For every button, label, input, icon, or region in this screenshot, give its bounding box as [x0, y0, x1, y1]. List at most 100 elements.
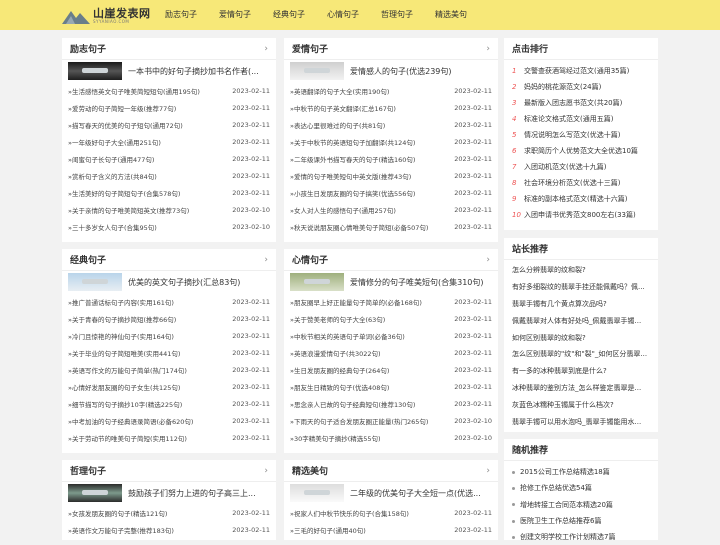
list-item-title[interactable]: »赏析句子含义的方法(共84句) — [68, 171, 157, 181]
list-item-title[interactable]: »英语作文万能句子完整(推荐183句) — [68, 525, 174, 535]
recommend-item[interactable]: 怎么分辨翡翠的纹和裂? — [504, 262, 658, 279]
list-item-title[interactable]: »女孩发朋友圈的句子(精选121句) — [68, 508, 167, 518]
list-item-title[interactable]: »关于亲情的句子唯美简短英文(推荐73句) — [68, 205, 189, 215]
random-item[interactable]: 2015公司工作总结精选18篇 — [504, 464, 658, 480]
list-item-title[interactable]: »关于劳动节的唯美句子简短(实用112句) — [68, 433, 187, 443]
list-item[interactable]: »英语翻译的句子大全(实用190句) 2023-02-11 — [290, 82, 492, 99]
list-item-title[interactable]: »心情好发朋友圈的句子女生(共125句) — [68, 382, 180, 392]
featured-title[interactable]: 一本书中的好句子摘抄加书名作者(... — [128, 66, 259, 77]
list-item-title[interactable]: »中考加油的句子经典语录简语(必备620句) — [68, 416, 193, 426]
list-item[interactable]: »中秋节相关的英语句子单词(必备36句) 2023-02-11 — [290, 327, 492, 344]
panel-header[interactable]: 爱情句子 › — [284, 38, 498, 60]
list-item[interactable]: »闺蜜句子长句子(通用477句) 2023-02-11 — [68, 150, 270, 167]
ranking-item-title[interactable]: 妈妈的桃花源范文(24篇) — [524, 82, 601, 92]
chevron-right-icon[interactable]: › — [486, 255, 490, 265]
ranking-item-title[interactable]: 入团申请书优秀范文800左右(33篇) — [524, 210, 636, 220]
list-item-title[interactable]: »描写春天的优美的句子短句(通用72句) — [68, 120, 183, 130]
featured-article[interactable]: 二年级的优美句子大全短一点(优选... — [284, 482, 498, 504]
ranking-item[interactable]: 10 入团申请书优秀范文800左右(33篇) — [504, 207, 658, 223]
featured-thumbnail[interactable] — [68, 62, 122, 80]
list-item-title[interactable]: »秋天说说朋友圈心情唯美句子简短(必备507句) — [290, 222, 428, 232]
list-item[interactable]: »女孩发朋友圈的句子(精选121句) 2023-02-11 — [68, 504, 270, 521]
random-item-title[interactable]: 医院卫生工作总结推荐6篇 — [520, 516, 601, 526]
list-item[interactable]: »关于赞美老师的句子大全(63句) 2023-02-11 — [290, 310, 492, 327]
random-item-title[interactable]: 增地转接工合同范本精选20篇 — [520, 500, 613, 510]
list-item[interactable]: »30字精美句子摘抄(精选55句) 2023-02-10 — [290, 429, 492, 446]
list-item[interactable]: »关于中秋节的英语短句子加翻译(共124句) 2023-02-11 — [290, 133, 492, 150]
ranking-item[interactable]: 6 求职简历个人优势范文大全优选10篇 — [504, 143, 658, 159]
list-item-title[interactable]: »生日发朋友圈的经典句子(264句) — [290, 365, 389, 375]
random-item[interactable]: 抢修工作总结优选54篇 — [504, 480, 658, 496]
list-item[interactable]: »英语浪漫爱情句子(共3022句) 2023-02-11 — [290, 344, 492, 361]
panel-header[interactable]: 哲理句子 › — [62, 460, 276, 482]
recommend-item[interactable]: 佩戴翡翠对人体有好处吗_佩戴翡翠手镯... — [504, 312, 658, 329]
list-item[interactable]: »细节描写的句子摘抄10字(精选225句) 2023-02-11 — [68, 395, 270, 412]
ranking-item[interactable]: 4 标准论文格式范文(通用五篇) — [504, 111, 658, 127]
recommend-item[interactable]: 如何区别翡翠的纹和裂? — [504, 329, 658, 346]
list-item-title[interactable]: »二年级课外书描写春天的句子(精选160句) — [290, 154, 415, 164]
nav-item-philosophy[interactable]: 哲理句子 — [381, 0, 413, 30]
list-item-title[interactable]: »细节描写的句子摘抄10字(精选225句) — [68, 399, 182, 409]
ranking-item-title[interactable]: 最新版入团志愿书范文(共20篇) — [524, 98, 622, 108]
list-item-title[interactable]: »关于毕业的句子简短唯美(实用441句) — [68, 348, 180, 358]
list-item[interactable]: »关于亲情的句子唯美简短英文(推荐73句) 2023-02-10 — [68, 201, 270, 218]
ranking-item-title[interactable]: 社会环境分析范文(优选十三篇) — [524, 178, 620, 188]
list-item-title[interactable]: »闺蜜句子长句子(通用477句) — [68, 154, 154, 164]
list-item[interactable]: »三十多岁女人句子(合集95句) 2023-02-10 — [68, 218, 270, 235]
list-item[interactable]: »秋天说说朋友圈心情唯美句子简短(必备507句) 2023-02-11 — [290, 218, 492, 235]
list-item-title[interactable]: »爱情的句子唯美短句中英文版(推荐43句) — [290, 171, 411, 181]
list-item-title[interactable]: »爱劳动的句子简短一年级(推荐77句) — [68, 103, 176, 113]
featured-title[interactable]: 爱情修分的句子唯美短句(合集310句) — [350, 277, 484, 288]
recommend-item[interactable]: 怎么区别翡翠的"纹"和"裂"_如何区分翡翠... — [504, 346, 658, 363]
list-item-title[interactable]: »一年级好句子大全(通用251句) — [68, 137, 161, 147]
list-item-title[interactable]: »推广普通话标句子内容(实用161句) — [68, 297, 174, 307]
list-item[interactable]: »关于劳动节的唯美句子简短(实用112句) 2023-02-11 — [68, 429, 270, 446]
featured-thumbnail[interactable] — [290, 273, 344, 291]
list-item[interactable]: »祝家人们中秋节快乐的句子(合集158句) 2023-02-11 — [290, 504, 492, 521]
panel-header[interactable]: 心情句子 › — [284, 249, 498, 271]
chevron-right-icon[interactable]: › — [264, 255, 268, 265]
list-item[interactable]: »二年级课外书描写春天的句子(精选160句) 2023-02-11 — [290, 150, 492, 167]
list-item[interactable]: »小孩生日发朋友圈的句子搞笑(优选556句) 2023-02-11 — [290, 184, 492, 201]
ranking-item[interactable]: 8 社会环境分析范文(优选十三篇) — [504, 175, 658, 191]
list-item[interactable]: »生日发朋友圈的经典句子(264句) 2023-02-11 — [290, 361, 492, 378]
featured-thumbnail[interactable] — [290, 484, 344, 502]
list-item[interactable]: »中秋节的句子英文翻译(汇总167句) 2023-02-11 — [290, 99, 492, 116]
featured-article[interactable]: 爱情修分的句子唯美短句(合集310句) — [284, 271, 498, 293]
featured-thumbnail[interactable] — [68, 273, 122, 291]
chevron-right-icon[interactable]: › — [264, 44, 268, 54]
ranking-item-title[interactable]: 标准论文格式范文(通用五篇) — [524, 114, 613, 124]
recommend-item[interactable]: 冰种翡翠的鉴别方法_怎么样鉴定翡翠是... — [504, 380, 658, 397]
list-item[interactable]: »中考加油的句子经典语录简语(必备620句) 2023-02-11 — [68, 412, 270, 429]
featured-title[interactable]: 鼓励孩子们努力上进的句子高三上... — [128, 488, 256, 499]
list-item-title[interactable]: »英语写作文的万能句子简单(热门174句) — [68, 365, 187, 375]
nav-item-inspirational[interactable]: 励志句子 — [165, 0, 197, 30]
featured-article[interactable]: 爱情感人的句子(优选239句) — [284, 60, 498, 82]
ranking-item[interactable]: 3 最新版入团志愿书范文(共20篇) — [504, 95, 658, 111]
list-item[interactable]: »爱劳动的句子简短一年级(推荐77句) 2023-02-11 — [68, 99, 270, 116]
list-item[interactable]: »爱情的句子唯美短句中英文版(推荐43句) 2023-02-11 — [290, 167, 492, 184]
random-item-title[interactable]: 创建文明学校工作计划精选7篇 — [520, 532, 615, 542]
ranking-item[interactable]: 1 交警查获酒驾经过范文(通用35篇) — [504, 63, 658, 79]
featured-thumbnail[interactable] — [290, 62, 344, 80]
list-item-title[interactable]: »小孩生日发朋友圈的句子搞笑(优选556句) — [290, 188, 415, 198]
nav-item-mood[interactable]: 心情句子 — [327, 0, 359, 30]
random-item-title[interactable]: 2015公司工作总结精选18篇 — [520, 467, 610, 477]
list-item-title[interactable]: »中秋节的句子英文翻译(汇总167句) — [290, 103, 396, 113]
list-item[interactable]: »表达心里很难过的句子(共81句) 2023-02-11 — [290, 116, 492, 133]
ranking-item[interactable]: 5 情况说明怎么写范文(优选十篇) — [504, 127, 658, 143]
panel-header[interactable]: 精选美句 › — [284, 460, 498, 482]
recommend-item[interactable]: 有一多的冰种翡翠到底是什么? — [504, 363, 658, 380]
recommend-item[interactable]: 灰蓝色冰糯种玉镯属于什么档次? — [504, 396, 658, 413]
list-item-title[interactable]: »女人对人生的感悟句子(通用257句) — [290, 205, 396, 215]
list-item-title[interactable]: »朋友生日精致的句子(优选408句) — [290, 382, 389, 392]
list-item[interactable]: »描写春天的优美的句子短句(通用72句) 2023-02-11 — [68, 116, 270, 133]
list-item-title[interactable]: »30字精美句子摘抄(精选55句) — [290, 433, 381, 443]
site-logo[interactable]: 山崖发表网 SYYANIAO.COM — [62, 6, 151, 26]
panel-header[interactable]: 经典句子 › — [62, 249, 276, 271]
ranking-item[interactable]: 2 妈妈的桃花源范文(24篇) — [504, 79, 658, 95]
list-item[interactable]: »朋友生日精致的句子(优选408句) 2023-02-11 — [290, 378, 492, 395]
list-item[interactable]: »朋友圈早上好正能量句子简单的(必备168句) 2023-02-11 — [290, 293, 492, 310]
list-item[interactable]: »三毛的好句子(通用40句) 2023-02-11 — [290, 521, 492, 538]
list-item[interactable]: »关于青春的句子摘抄简短(推荐66句) 2023-02-11 — [68, 310, 270, 327]
